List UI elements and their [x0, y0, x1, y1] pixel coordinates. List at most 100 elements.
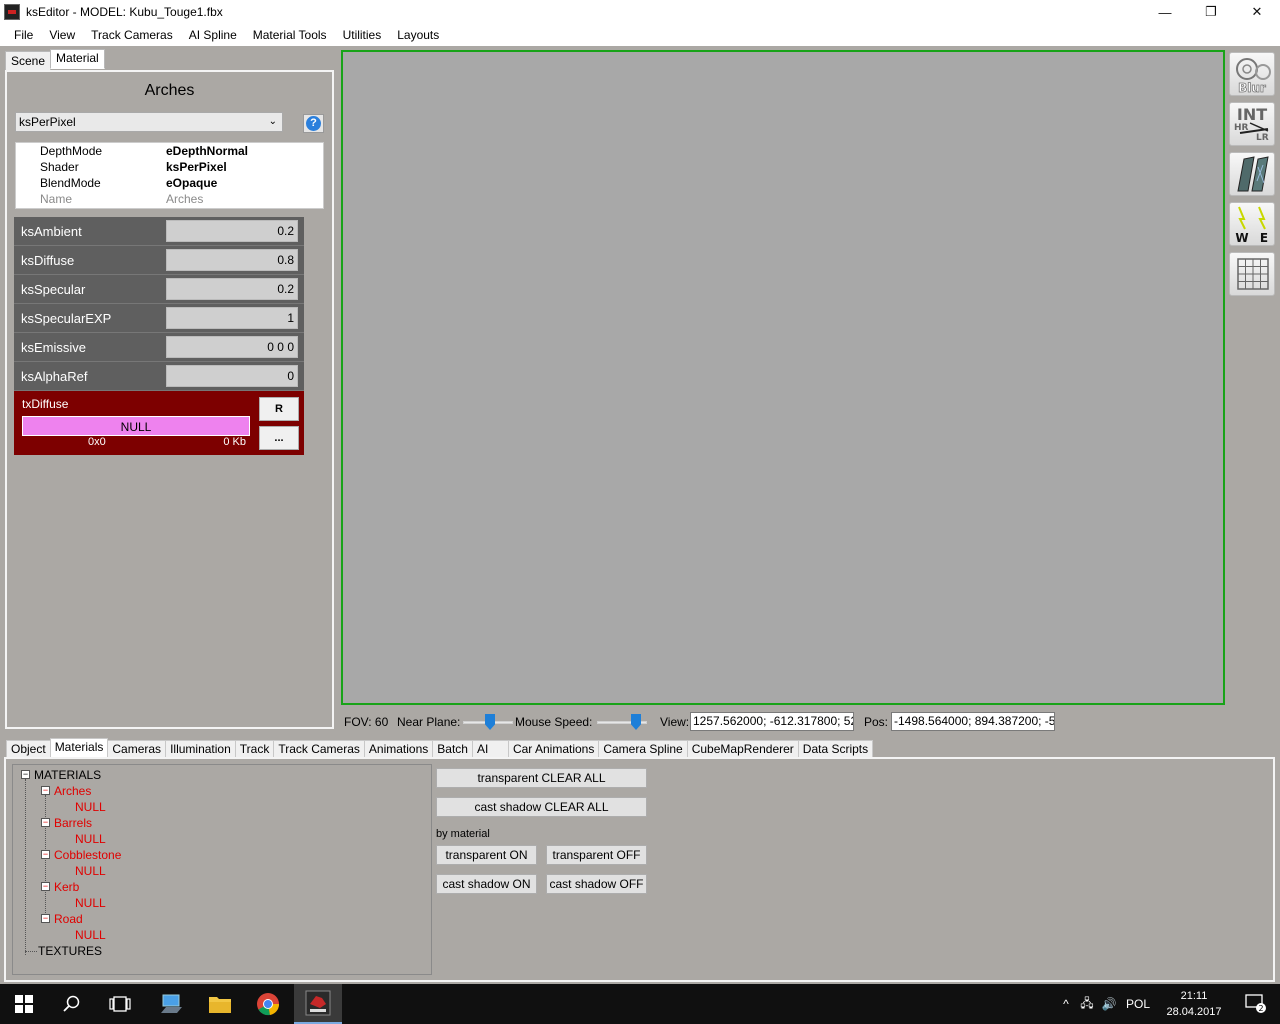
grid-button[interactable] [1229, 252, 1275, 296]
glass-button[interactable] [1229, 152, 1275, 196]
tab-scene[interactable]: Scene [5, 51, 52, 71]
transparent-off-button[interactable]: transparent OFF [546, 845, 647, 865]
tree-node-material[interactable]: − Barrels [41, 815, 92, 831]
taskbar-app-chrome[interactable] [244, 984, 292, 1024]
tree-node-material[interactable]: − Road [41, 911, 83, 927]
menu-utilities[interactable]: Utilities [335, 24, 390, 46]
tree-node-texture[interactable]: NULL [75, 895, 106, 911]
task-view-button[interactable] [96, 984, 144, 1024]
tree-node-material[interactable]: − Kerb [41, 879, 79, 895]
cast-shadow-clear-all-button[interactable]: cast shadow CLEAR ALL [436, 797, 647, 817]
close-button[interactable]: ✕ [1234, 0, 1280, 24]
language-indicator[interactable]: POL [1120, 997, 1156, 1011]
param-input[interactable]: 0.2 [166, 278, 298, 300]
chevron-up-icon[interactable]: ^ [1056, 997, 1076, 1011]
minimize-button[interactable]: — [1142, 0, 1188, 24]
tab-car-animations[interactable]: Car Animations [507, 740, 600, 758]
property-row[interactable]: DepthMode eDepthNormal [16, 143, 323, 159]
param-row-ksspecular: ksSpecular 0.2 [14, 275, 304, 304]
cast-shadow-on-button[interactable]: cast shadow ON [436, 874, 537, 894]
tab-animations[interactable]: Animations [363, 740, 434, 758]
tree-node-texture[interactable]: NULL [75, 863, 106, 879]
volume-icon[interactable]: 🔊 [1098, 997, 1120, 1011]
param-input[interactable]: 0 0 0 [166, 336, 298, 358]
tree-node-textures[interactable]: TEXTURES [38, 943, 102, 959]
transparent-clear-all-button[interactable]: transparent CLEAR ALL [436, 768, 647, 788]
tab-camera-spline[interactable]: Camera Spline [598, 740, 688, 758]
collapse-icon[interactable]: − [41, 850, 50, 860]
fov-readout: FOV: 60 [344, 715, 389, 729]
taskbar-app-kseditor[interactable] [294, 984, 342, 1024]
collapse-icon[interactable]: − [41, 818, 50, 828]
taskbar-app-file-explorer[interactable] [196, 984, 244, 1024]
menu-track-cameras[interactable]: Track Cameras [83, 24, 181, 46]
3d-viewport[interactable] [341, 50, 1225, 705]
slider-thumb[interactable] [631, 714, 641, 730]
tree-node-texture[interactable]: NULL [75, 927, 106, 943]
tab-illumination[interactable]: Illumination [165, 740, 236, 758]
texture-browse-button[interactable]: ... [259, 426, 299, 450]
menu-layouts[interactable]: Layouts [389, 24, 447, 46]
param-row-ksemissive: ksEmissive 0 0 0 [14, 333, 304, 362]
slider-thumb[interactable] [485, 714, 495, 730]
menu-view[interactable]: View [41, 24, 83, 46]
near-plane-slider[interactable] [463, 714, 513, 730]
collapse-icon[interactable]: − [41, 914, 50, 924]
taskbar: ^ 🖧 🔊 POL 21:11 28.04.2017 2 [0, 984, 1280, 1024]
param-input[interactable]: 1 [166, 307, 298, 329]
shader-dropdown-value: ksPerPixel [19, 115, 76, 129]
param-row-ksambient: ksAmbient 0.2 [14, 217, 304, 246]
pos-coordinates-field[interactable]: -1498.564000; 894.387200; -513( [891, 712, 1055, 731]
tab-data-scripts[interactable]: Data Scripts [797, 740, 874, 758]
tree-node-material[interactable]: − Arches [41, 783, 91, 799]
start-button[interactable] [0, 984, 48, 1024]
action-center-button[interactable]: 2 [1236, 984, 1276, 1024]
param-input[interactable]: 0.8 [166, 249, 298, 271]
texture-name-bar[interactable]: NULL [22, 416, 250, 436]
view-coordinates-field[interactable]: 1257.562000; -612.317800; 5244 [690, 712, 854, 731]
tab-track-cameras[interactable]: Track Cameras [273, 740, 365, 758]
blur-button[interactable]: Blur [1229, 52, 1275, 96]
property-row[interactable]: Name Arches [16, 191, 323, 207]
materials-tree[interactable]: − MATERIALS − Arches NULL − Barrels NULL − C… [12, 764, 432, 975]
network-icon[interactable]: 🖧 [1076, 994, 1098, 1015]
property-row[interactable]: Shader ksPerPixel [16, 159, 323, 175]
collapse-icon[interactable]: − [21, 770, 30, 780]
maximize-button[interactable]: ❐ [1188, 0, 1234, 24]
texture-reload-button[interactable]: R [259, 397, 299, 421]
weather-lights-button[interactable]: W E [1229, 202, 1275, 246]
tab-cameras[interactable]: Cameras [107, 740, 167, 758]
tab-object[interactable]: Object [6, 740, 51, 758]
search-icon [63, 995, 80, 1012]
tab-ai[interactable]: AI [471, 740, 509, 758]
collapse-icon[interactable]: − [41, 882, 50, 892]
menu-file[interactable]: File [0, 24, 41, 46]
int-hr-lr-button[interactable]: INT HR LR [1229, 102, 1275, 146]
tree-node-materials[interactable]: − MATERIALS [21, 767, 101, 783]
param-input[interactable]: 0 [166, 365, 298, 387]
clock[interactable]: 21:11 28.04.2017 [1160, 988, 1228, 1020]
tab-material[interactable]: Material [50, 49, 105, 69]
collapse-icon[interactable]: − [41, 786, 50, 796]
menu-material-tools[interactable]: Material Tools [245, 24, 335, 46]
tree-node-material[interactable]: − Cobblestone [41, 847, 121, 863]
notification-count: 2 [1258, 1004, 1263, 1013]
tab-materials[interactable]: Materials [49, 738, 109, 758]
tab-track[interactable]: Track [234, 740, 275, 758]
property-row[interactable]: BlendMode eOpaque [16, 175, 323, 191]
param-input[interactable]: 0.2 [166, 220, 298, 242]
materials-panel: − MATERIALS − Arches NULL − Barrels NULL − C… [4, 757, 1275, 982]
tab-cubemaprenderer[interactable]: CubeMapRenderer [686, 740, 799, 758]
tree-node-texture[interactable]: NULL [75, 831, 106, 847]
cast-shadow-off-button[interactable]: cast shadow OFF [546, 874, 647, 894]
mouse-speed-slider[interactable] [597, 714, 647, 730]
tab-batch[interactable]: Batch [432, 740, 473, 758]
property-key: Name [40, 192, 73, 206]
tree-node-texture[interactable]: NULL [75, 799, 106, 815]
taskbar-app-this-pc[interactable] [148, 984, 196, 1024]
search-button[interactable] [48, 984, 96, 1024]
shader-dropdown[interactable]: ksPerPixel ⌄ [15, 112, 283, 132]
menu-ai-spline[interactable]: AI Spline [181, 24, 245, 46]
transparent-on-button[interactable]: transparent ON [436, 845, 537, 865]
help-button[interactable]: ? [303, 114, 324, 133]
